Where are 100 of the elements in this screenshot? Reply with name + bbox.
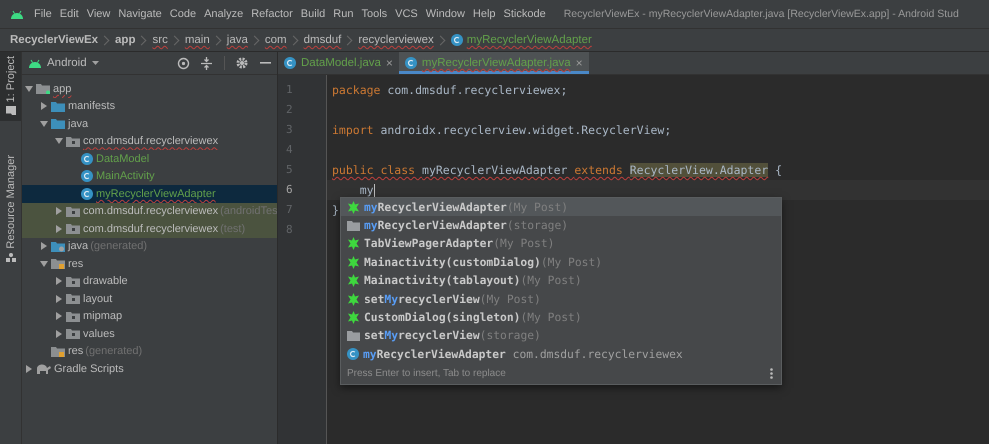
tree-item[interactable]: Gradle Scripts: [22, 360, 277, 378]
tree-item[interactable]: MainActivity: [22, 168, 277, 185]
text-cursor: [374, 184, 375, 198]
menu-item[interactable]: View: [82, 8, 114, 20]
collapsed-arrow-icon[interactable]: [40, 102, 48, 110]
completion-item[interactable]: myRecyclerViewAdapter(storage): [341, 216, 781, 235]
tree-item-label: layout: [83, 292, 112, 305]
menu-item[interactable]: File: [30, 8, 56, 20]
code-token: {: [774, 163, 782, 177]
code-token: com.dmsduf.recyclerviewex;: [386, 83, 568, 97]
menu-item[interactable]: Tools: [357, 8, 392, 20]
code-token: }: [332, 203, 339, 217]
breadcrumb-item[interactable]: recyclerviewex: [358, 34, 434, 46]
expanded-arrow-icon[interactable]: [40, 260, 48, 268]
tree-item[interactable]: com.dmsduf.recyclerviewex: [22, 132, 277, 150]
tree-item[interactable]: values: [22, 325, 277, 342]
completion-item[interactable]: setMyrecyclerView(storage): [341, 326, 781, 346]
code-token: myRecyclerViewAdapter: [422, 163, 568, 177]
code-token: package: [332, 83, 380, 97]
tree-item-label: res: [68, 345, 84, 358]
close-button[interactable]: ×: [386, 56, 393, 70]
line-number: 6: [285, 182, 294, 198]
more-icon[interactable]: [770, 368, 773, 380]
completion-item[interactable]: setMyrecyclerView(My Post): [341, 290, 781, 308]
completion-item[interactable]: TabViewPagerAdapter(My Post): [341, 234, 781, 254]
breadcrumb-item[interactable]: src: [152, 34, 168, 46]
tree-item-label: values: [83, 328, 115, 340]
menu-item[interactable]: Navigate: [114, 8, 166, 20]
snippet-icon: [347, 256, 360, 269]
breadcrumb-item[interactable]: java: [226, 34, 248, 46]
collapse-icon[interactable]: [200, 56, 213, 70]
menu-item[interactable]: Run: [329, 8, 358, 20]
menu-item[interactable]: Stickode: [500, 8, 550, 20]
breadcrumb-item[interactable]: app: [115, 34, 136, 46]
collapsed-arrow-icon[interactable]: [55, 330, 63, 338]
close-button[interactable]: ×: [576, 56, 583, 70]
collapsed-arrow-icon[interactable]: [25, 364, 33, 373]
completion-item[interactable]: myRecyclerViewAdapter com.dmsduf.recyclerviewex: [341, 345, 781, 364]
tree-item-label: Gradle Scripts: [54, 362, 124, 375]
collapsed-arrow-icon[interactable]: [55, 207, 63, 216]
menu-item[interactable]: Edit: [56, 8, 83, 20]
tree-item[interactable]: DataModel: [22, 150, 277, 168]
tree-item[interactable]: mipmap: [22, 308, 277, 325]
class-icon: [284, 57, 296, 69]
menu-item[interactable]: Code: [166, 8, 200, 20]
tree-item[interactable]: java: [22, 115, 277, 132]
crosshair-icon[interactable]: [177, 56, 190, 70]
completion-item[interactable]: Mainactivity(tablayout)(My Post): [341, 272, 781, 290]
class-icon: [81, 170, 93, 182]
completion-item[interactable]: CustomDialog(singleton)(My Post): [341, 308, 781, 327]
tree-item[interactable]: app: [22, 80, 277, 98]
snippet-icon: [347, 237, 360, 250]
editor-tab[interactable]: DataModel.java ×: [278, 52, 399, 74]
tree-item-label: res: [68, 258, 84, 270]
menu-item[interactable]: Analyze: [200, 8, 248, 20]
tree-item[interactable]: res: [22, 255, 277, 272]
breadcrumb-item[interactable]: main: [184, 34, 210, 46]
collapsed-arrow-icon[interactable]: [55, 224, 63, 233]
expanded-arrow-icon[interactable]: [25, 84, 33, 93]
tree-item-label: drawable: [83, 275, 128, 288]
tab-label: myRecyclerViewAdapter.java: [422, 57, 571, 69]
menu-item[interactable]: Help: [468, 8, 500, 20]
shapes-icon: [6, 253, 16, 262]
minimize-icon[interactable]: [260, 62, 271, 64]
menu-item[interactable]: Window: [422, 8, 469, 20]
class-icon: [404, 57, 417, 69]
tree-item-label: MainActivity: [96, 170, 155, 182]
tree-item-label: mipmap: [83, 310, 122, 322]
collapsed-arrow-icon[interactable]: [55, 294, 63, 303]
snippet-icon: [347, 200, 360, 214]
completion-item[interactable]: Mainactivity(customDialog)(My Post): [341, 253, 781, 272]
expanded-arrow-icon[interactable]: [55, 137, 63, 146]
tree-item-label: DataModel: [96, 152, 150, 165]
editor-tab[interactable]: myRecyclerViewAdapter.java ×: [398, 52, 589, 74]
collapsed-arrow-icon[interactable]: [55, 312, 63, 320]
breadcrumb-item[interactable]: com: [264, 34, 287, 46]
tree-item[interactable]: drawable: [22, 272, 277, 290]
tree-item-label: com.dmsduf.recyclerviewex: [83, 135, 218, 148]
tool-window-tab[interactable]: 1: Project: [0, 52, 21, 122]
code-token: extends: [574, 163, 624, 177]
collapsed-arrow-icon[interactable]: [40, 242, 48, 250]
android-icon: [10, 10, 24, 18]
view-dropdown[interactable]: Android: [28, 57, 99, 69]
tree-item[interactable]: manifests: [22, 98, 277, 115]
class-icon: [450, 34, 463, 46]
tree-item[interactable]: layout: [22, 290, 277, 308]
expanded-arrow-icon[interactable]: [40, 120, 48, 128]
menu-item[interactable]: VCS: [391, 8, 422, 20]
tree-item-label: java: [68, 240, 88, 252]
breadcrumb-item[interactable]: dmsduf: [304, 34, 342, 46]
menu-item[interactable]: Refactor: [247, 8, 297, 20]
tool-window-tab[interactable]: Resource Manager: [0, 151, 21, 268]
breadcrumb-item[interactable]: RecyclerViewEx: [10, 34, 98, 46]
settings-icon[interactable]: [236, 57, 248, 69]
hint-text: Press Enter to insert, Tab to replace: [347, 368, 506, 380]
breadcrumb-item[interactable]: myRecyclerViewAdapter: [466, 34, 592, 46]
collapsed-arrow-icon[interactable]: [55, 277, 63, 286]
menu-item[interactable]: Build: [296, 8, 330, 20]
snippet-icon: [347, 311, 360, 324]
tree-item[interactable]: myRecyclerViewAdapter: [22, 185, 277, 202]
